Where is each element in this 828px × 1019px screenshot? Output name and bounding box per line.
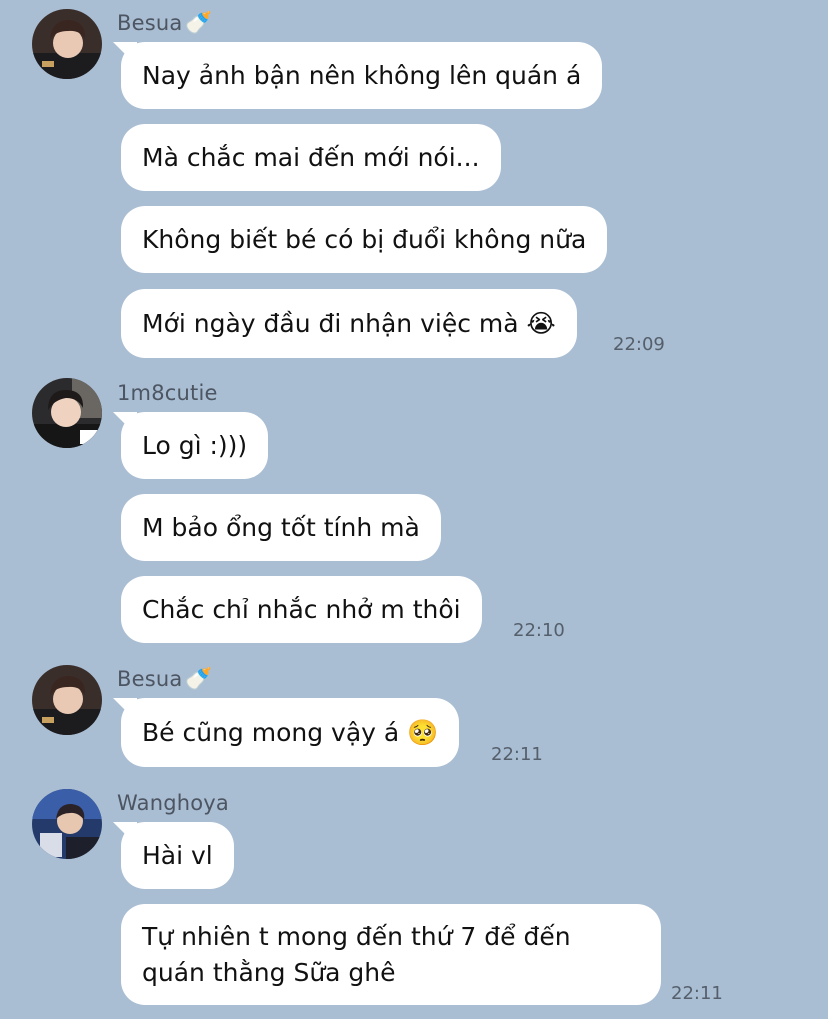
avatar-besua[interactable] [32, 665, 102, 735]
sender-name-text: 1m8cutie [117, 381, 218, 405]
message-bubble[interactable]: M bảo ổng tốt tính mà [121, 494, 441, 561]
message-text: Tự nhiên t mong đến thứ 7 để đến quán th… [142, 922, 571, 987]
baby-bottle-icon: 🍼 [184, 667, 213, 692]
message-bubble[interactable]: Lo gì :))) [121, 412, 269, 479]
avatar-wanghoya[interactable] [32, 789, 102, 859]
message-timestamp: 22:11 [671, 983, 723, 1004]
message-text: Mà chắc mai đến mới nói... [142, 143, 480, 172]
message-text: Không biết bé có bị đuổi không nữa [142, 225, 587, 254]
message-text: M bảo ổng tốt tính mà [142, 513, 420, 542]
message-timestamp: 22:11 [491, 744, 543, 765]
sender-name: Wanghoya [117, 791, 229, 815]
message-text: Hài vl [142, 841, 213, 870]
message-bubble[interactable]: Chắc chỉ nhắc nhở m thôi [121, 576, 482, 643]
sender-name: Besua🍼 [117, 11, 212, 36]
avatar-besua[interactable] [32, 9, 102, 79]
message-text: Nay ảnh bận nên không lên quán á [142, 61, 582, 90]
message-bubble[interactable]: Tự nhiên t mong đến thứ 7 để đến quán th… [121, 904, 661, 1005]
sender-name-text: Besua [117, 11, 183, 35]
message-bubble[interactable]: Mà chắc mai đến mới nói... [121, 124, 501, 191]
message-text: Chắc chỉ nhắc nhở m thôi [142, 595, 461, 624]
message-timestamp: 22:09 [613, 334, 665, 355]
sender-name-text: Wanghoya [117, 791, 229, 815]
sender-name: 1m8cutie [117, 381, 218, 405]
message-text: Mới ngày đầu đi nhận việc mà 😭 [142, 309, 556, 338]
sender-name-text: Besua [117, 667, 183, 691]
message-bubble[interactable]: Nay ảnh bận nên không lên quán á [121, 42, 603, 109]
avatar-1m8cutie[interactable] [32, 378, 102, 448]
message-text: Lo gì :))) [142, 431, 248, 460]
message-bubble[interactable]: Bé cũng mong vậy á 🥺 [121, 698, 460, 767]
message-text: Bé cũng mong vậy á 🥺 [142, 718, 439, 747]
message-bubble[interactable]: Mới ngày đầu đi nhận việc mà 😭 [121, 289, 577, 358]
baby-bottle-icon: 🍼 [184, 11, 213, 36]
message-bubble[interactable]: Hài vl [121, 822, 234, 889]
sender-name: Besua🍼 [117, 667, 212, 692]
message-timestamp: 22:10 [513, 620, 565, 641]
message-bubble[interactable]: Không biết bé có bị đuổi không nữa [121, 206, 608, 273]
